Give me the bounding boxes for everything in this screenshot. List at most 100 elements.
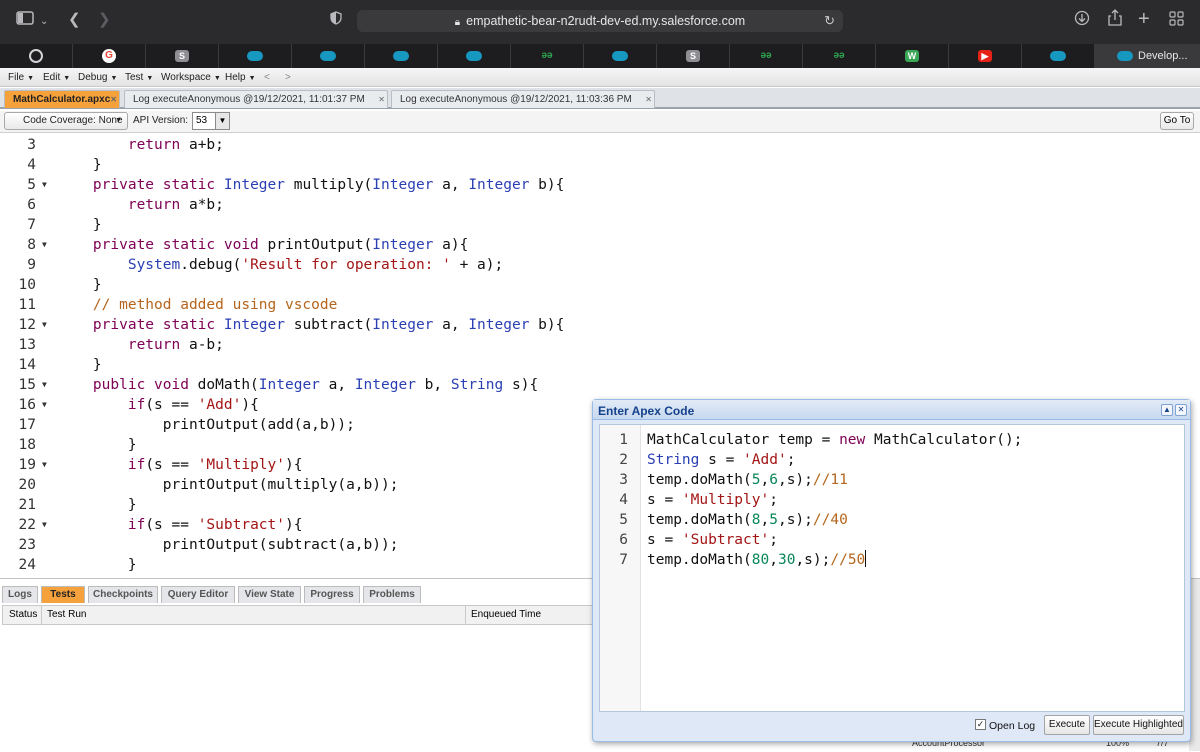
line-number: 2 — [619, 452, 628, 468]
column-divider — [41, 606, 42, 625]
code-text: public void doMath(Integer a, Integer b,… — [92, 377, 539, 393]
bottom-tab-logs[interactable]: Logs — [2, 586, 38, 603]
browser-tab[interactable]: ǝǝ — [730, 44, 803, 68]
salesforce-cloud-icon — [393, 51, 409, 61]
line-number: 22 — [18, 517, 36, 533]
bottom-tab-view-state[interactable]: View State — [238, 586, 301, 603]
sidebar-icon[interactable] — [14, 11, 36, 31]
api-version-value: 53 — [196, 115, 208, 126]
browser-tab[interactable]: Develop... — [1095, 44, 1200, 68]
bottom-tab-progress[interactable]: Progress — [304, 586, 360, 603]
salesforce-cloud-icon — [1117, 51, 1133, 61]
menu-bar: File ▼ Edit ▼ Debug ▼ Test ▼ Workspace ▼ Help… — [0, 68, 1200, 87]
tab-overview-icon[interactable] — [1169, 11, 1184, 32]
line-number: 19 — [18, 457, 36, 473]
menu-help[interactable]: Help ▼ — [225, 72, 256, 83]
chevron-down-icon[interactable]: ⌄ — [40, 12, 48, 32]
menu-debug[interactable]: Debug ▼ — [78, 72, 117, 83]
shield-icon[interactable] — [330, 11, 342, 31]
menu-file[interactable]: File ▼ — [8, 72, 34, 83]
browser-tab[interactable] — [584, 44, 657, 68]
fold-toggle-icon[interactable]: ▼ — [42, 175, 47, 195]
code-line: MathCalculator temp = new MathCalculator… — [647, 432, 1023, 448]
close-icon[interactable]: ✕ — [378, 91, 385, 108]
menu-test[interactable]: Test ▼ — [125, 72, 153, 83]
line-number: 21 — [18, 497, 36, 513]
download-icon[interactable] — [1074, 10, 1090, 32]
bottom-tab-tests[interactable]: Tests — [41, 586, 85, 603]
line-number: 5 — [27, 177, 36, 193]
file-tab-log-2[interactable]: Log executeAnonymous @19/12/2021, 11:03:… — [391, 90, 655, 108]
close-icon[interactable]: ✕ — [110, 91, 117, 108]
collapse-icon[interactable]: ▲ — [1161, 404, 1173, 416]
line-number: 5 — [619, 512, 628, 528]
column-status[interactable]: Status — [9, 609, 37, 620]
file-tab-mathcalculator[interactable]: MathCalculator.apxc ✕ — [4, 90, 120, 108]
address-bar[interactable]: 🔒︎ empathetic-bear-n2rudt-dev-ed.my.sales… — [357, 10, 843, 32]
browser-tab[interactable]: G — [73, 44, 146, 68]
browser-tab[interactable]: S — [146, 44, 219, 68]
line-number: 1 — [619, 432, 628, 448]
browser-tab[interactable] — [219, 44, 292, 68]
line-number: 16 — [18, 397, 36, 413]
menu-edit[interactable]: Edit ▼ — [43, 72, 70, 83]
browser-tab[interactable]: ǝǝ — [803, 44, 876, 68]
menu-label: Test — [125, 72, 144, 83]
code-text: return a+b; — [127, 137, 224, 153]
api-version-select[interactable]: 53 ▼ — [192, 112, 230, 130]
fold-toggle-icon[interactable]: ▼ — [42, 515, 47, 535]
browser-tab[interactable]: W — [876, 44, 949, 68]
apex-code-input[interactable]: 1 2 3 4 5 6 7 MathCalculator temp = new MathCa… — [599, 424, 1185, 712]
reload-icon[interactable]: ↻ — [824, 10, 835, 32]
browser-tab[interactable] — [0, 44, 73, 68]
open-log-checkbox[interactable]: ✓ — [975, 719, 986, 730]
api-version-label: API Version: — [133, 115, 189, 126]
menu-label: Debug — [78, 72, 108, 83]
fold-toggle-icon[interactable]: ▼ — [42, 395, 47, 415]
browser-tab[interactable] — [1022, 44, 1095, 68]
menu-label: Help — [225, 72, 246, 83]
browser-tab[interactable] — [365, 44, 438, 68]
close-icon[interactable]: ✕ — [1175, 404, 1187, 416]
fold-toggle-icon[interactable]: ▼ — [42, 375, 47, 395]
menu-workspace[interactable]: Workspace ▼ — [161, 72, 221, 83]
browser-tab[interactable]: ǝǝ — [511, 44, 584, 68]
nav-back-button[interactable]: < — [264, 72, 270, 83]
s-icon: S — [175, 50, 189, 62]
fold-toggle-icon[interactable]: ▼ — [42, 455, 47, 475]
execute-button[interactable]: Execute — [1044, 715, 1090, 735]
file-tab-log-1[interactable]: Log executeAnonymous @19/12/2021, 11:01:… — [124, 90, 388, 108]
lock-icon: 🔒︎ — [454, 17, 461, 28]
bottom-tab-problems[interactable]: Problems — [363, 586, 421, 603]
caret-down-icon: ▼ — [213, 75, 221, 82]
back-icon[interactable]: ❮ — [68, 10, 81, 30]
go-to-button[interactable]: Go To — [1160, 112, 1194, 130]
bottom-tab-checkpoints[interactable]: Checkpoints — [88, 586, 158, 603]
column-test-run[interactable]: Test Run — [47, 609, 86, 620]
new-tab-icon[interactable]: + — [1138, 9, 1150, 29]
salesforce-cloud-icon — [320, 51, 336, 61]
forward-icon[interactable]: ❯ — [98, 10, 111, 30]
share-icon[interactable] — [1108, 9, 1122, 32]
execute-highlighted-button[interactable]: Execute Highlighted — [1093, 715, 1184, 735]
column-enqueued-time[interactable]: Enqueued Time — [471, 609, 541, 620]
chevron-down-icon: ▼ — [215, 113, 229, 129]
browser-tab[interactable] — [438, 44, 511, 68]
fold-toggle-icon[interactable]: ▼ — [42, 315, 47, 335]
line-number: 7 — [27, 217, 36, 233]
google-icon: G — [102, 49, 116, 63]
bottom-tab-query-editor[interactable]: Query Editor — [161, 586, 235, 603]
code-coverage-dropdown[interactable]: Code Coverage: None ▼ — [4, 112, 128, 130]
browser-tab[interactable] — [292, 44, 365, 68]
nav-forward-button[interactable]: > — [285, 72, 291, 83]
line-number: 18 — [18, 437, 36, 453]
code-text: if(s == 'Multiply'){ — [127, 457, 303, 473]
line-number: 6 — [27, 197, 36, 213]
close-icon[interactable]: ✕ — [645, 91, 652, 108]
browser-tab-label: Develop... — [1138, 50, 1188, 62]
fold-toggle-icon[interactable]: ▼ — [42, 235, 47, 255]
browser-tab[interactable]: ▶ — [949, 44, 1022, 68]
browser-tab[interactable]: S — [657, 44, 730, 68]
line-number: 3 — [27, 137, 36, 153]
youtube-icon: ▶ — [978, 50, 992, 62]
